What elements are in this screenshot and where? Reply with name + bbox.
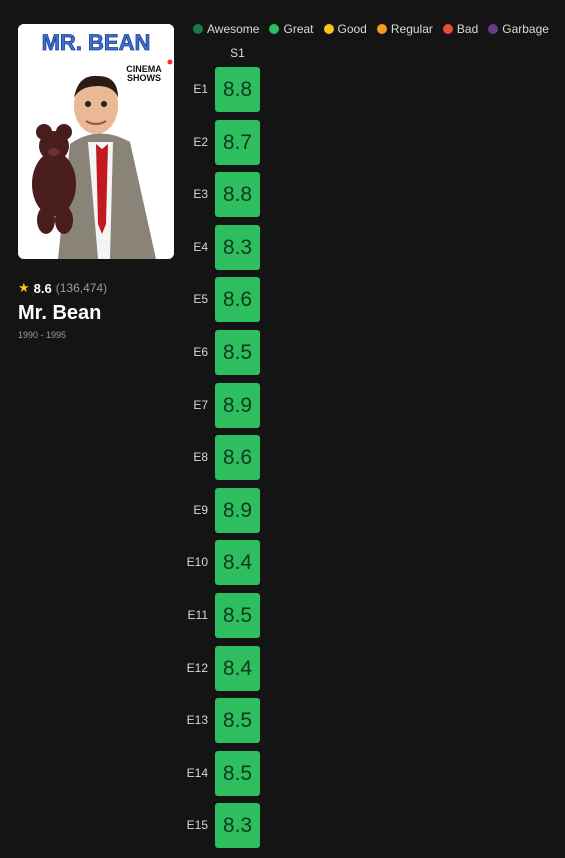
episode-label: E6 (193, 345, 208, 359)
episode-rating-cell[interactable]: 8.8 (215, 172, 260, 218)
episode-label: E11 (187, 608, 208, 622)
legend-item-regular: Regular (376, 22, 433, 36)
episode-label: E7 (193, 397, 208, 412)
episode-label: E15 (186, 818, 208, 833)
episode-label: E9 (193, 502, 208, 517)
legend-dot (442, 24, 453, 34)
rating-legend: Awesome Great Good Regular Bad Garbage (193, 22, 549, 36)
episode-rating-cell[interactable]: 8.5 (215, 750, 260, 796)
poster-title: MR. BEAN (42, 30, 151, 55)
season-header: S1 (230, 46, 245, 60)
episode-label: E10 (186, 555, 208, 570)
episode-rating-cell[interactable]: 8.5 (215, 330, 260, 375)
episode-rating-cell[interactable]: 8.6 (215, 435, 260, 481)
episode-label: E13 (186, 713, 208, 728)
episode-rating-cell[interactable]: 8.8 (215, 67, 260, 112)
episode-label: E3 (193, 187, 208, 202)
legend-label: Great (283, 22, 314, 36)
episode-rating-cell[interactable]: 8.5 (215, 698, 260, 744)
legend-dot (269, 24, 280, 34)
episode-label: E1 (193, 82, 208, 96)
legend-dot (323, 24, 334, 34)
legend-dot (193, 24, 203, 34)
episode-label: E5 (193, 292, 208, 307)
legend-label: Bad (456, 22, 479, 36)
episode-label: E14 (186, 765, 208, 780)
episode-rating-cell[interactable]: 8.4 (215, 540, 260, 586)
episode-rating-cell[interactable]: 8.9 (215, 487, 260, 533)
legend-label: Good (337, 22, 367, 36)
legend-item-awesome: Awesome (193, 22, 259, 36)
legend-item-garbage: Garbage (488, 22, 549, 36)
episode-rating-cell[interactable]: 8.6 (215, 277, 260, 323)
episode-rating-cell[interactable]: 8.4 (215, 645, 260, 691)
episode-label: E8 (193, 450, 208, 465)
legend-label: Garbage (502, 22, 549, 36)
episode-rating-cell[interactable]: 8.5 (215, 593, 260, 638)
legend-item-great: Great (269, 22, 314, 36)
episode-label: E2 (193, 134, 208, 149)
legend-dot (488, 24, 499, 34)
legend-label: Regular (390, 22, 433, 36)
legend-item-bad: Bad (442, 22, 479, 36)
episode-rating-cell[interactable]: 8.3 (215, 803, 260, 849)
episode-rating-cell[interactable]: 8.7 (215, 119, 260, 165)
episode-label: E12 (186, 660, 208, 675)
episode-rating-cell[interactable]: 8.3 (215, 224, 260, 270)
episode-rating-cell[interactable]: 8.9 (215, 382, 260, 428)
legend-label: Awesome (207, 22, 260, 36)
episode-label: E4 (193, 239, 208, 254)
legend-dot (376, 24, 387, 34)
legend-item-good: Good (323, 22, 367, 36)
